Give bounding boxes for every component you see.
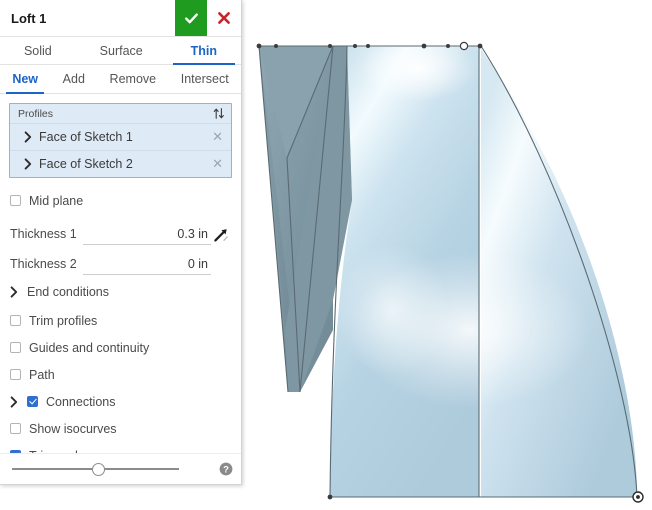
checkbox-row-connections[interactable]: Connections [0,388,241,415]
accept-button[interactable] [175,0,207,36]
checkbox-row-guides-and-continuity[interactable]: Guides and continuity [0,334,241,361]
origin-marker-top[interactable] [459,41,469,51]
dialog-title-bar: Loft 1 [0,0,241,37]
secondary-tab-row: New Add Remove Intersect [0,65,241,94]
model-highlight-left [334,244,450,376]
guides-and-continuity-checkbox[interactable] [10,342,21,353]
thickness-1-label: Thickness 1 [10,227,77,241]
dialog-body: Profiles Face of Sketch 1 ✕ Face of Sket… [0,94,241,453]
tab-remove[interactable]: Remove [97,65,168,93]
flip-direction-arrow-icon[interactable] [211,227,231,245]
check-icon [184,12,198,23]
end-conditions-label: End conditions [27,284,110,299]
checkbox-row-mid-plane[interactable]: Mid plane [0,187,241,214]
profiles-label: Profiles [18,107,54,120]
show-isocurves-checkbox[interactable] [10,423,21,434]
loft-feature-dialog: Loft 1 Solid Surface Thin New Add Remove… [0,0,242,485]
help-circle-icon[interactable]: ? [219,462,233,476]
guides-and-continuity-label: Guides and continuity [29,340,150,355]
thickness-1-input[interactable]: 0.3 in [82,227,211,245]
mid-plane-checkbox[interactable] [10,195,21,206]
trim-profiles-checkbox[interactable] [10,315,21,326]
thickness-2-spacer [211,273,231,275]
profile-item-label: Face of Sketch 2 [39,157,133,171]
checkbox-row-path[interactable]: Path [0,361,241,388]
tab-surface[interactable]: Surface [76,37,167,64]
tab-add[interactable]: Add [50,65,97,93]
chevron-right-icon[interactable] [24,158,32,170]
slider-thumb[interactable] [92,462,105,476]
show-isocurves-label: Show isocurves [29,421,117,436]
thickness-1-row: Thickness 1 0.3 in [0,217,241,245]
connections-checkbox[interactable] [27,396,38,407]
tab-intersect[interactable]: Intersect [168,65,241,93]
tab-thin[interactable]: Thin [167,37,241,65]
profiles-header: Profiles [10,104,231,123]
trim-profiles-label: Trim profiles [29,313,98,328]
origin-marker-bottom[interactable] [632,491,644,503]
connections-label: Connections [46,394,116,409]
trim-ends-checkbox[interactable] [10,450,21,453]
checkbox-row-trim-profiles[interactable]: Trim profiles [0,307,241,334]
remove-profile-icon[interactable]: ✕ [210,156,225,172]
profile-item-face-of-sketch-1[interactable]: Face of Sketch 1 ✕ [10,123,231,150]
mid-plane-label: Mid plane [29,193,84,208]
checkbox-row-show-isocurves[interactable]: Show isocurves [0,415,241,442]
thickness-2-input[interactable]: 0 in [82,257,211,275]
profile-item-face-of-sketch-2[interactable]: Face of Sketch 2 ✕ [10,150,231,177]
cancel-button[interactable] [207,0,241,36]
path-checkbox[interactable] [10,369,21,380]
chevron-right-icon[interactable] [24,131,32,143]
checkbox-row-trim-ends[interactable]: Trim ends [0,442,241,453]
remove-profile-icon[interactable]: ✕ [210,129,225,145]
close-icon [218,12,230,24]
chevron-right-icon[interactable] [10,285,18,298]
profiles-panel: Profiles Face of Sketch 1 ✕ Face of Sket… [9,103,232,178]
tab-solid[interactable]: Solid [0,37,76,64]
primary-tab-row: Solid Surface Thin [0,37,241,65]
svg-text:?: ? [223,464,229,475]
path-label: Path [29,367,55,382]
sort-updown-icon[interactable] [213,107,225,120]
thickness-2-label: Thickness 2 [10,257,77,271]
profile-item-label: Face of Sketch 1 [39,130,133,144]
dialog-title: Loft 1 [11,10,47,26]
opacity-slider[interactable] [12,461,197,477]
thickness-2-row: Thickness 2 0 in [0,247,241,275]
chevron-right-icon[interactable] [10,395,18,408]
end-conditions-row[interactable]: End conditions [0,278,241,305]
model-highlight-top [360,34,476,102]
dialog-footer: ? [0,453,241,484]
tab-new[interactable]: New [0,65,50,94]
